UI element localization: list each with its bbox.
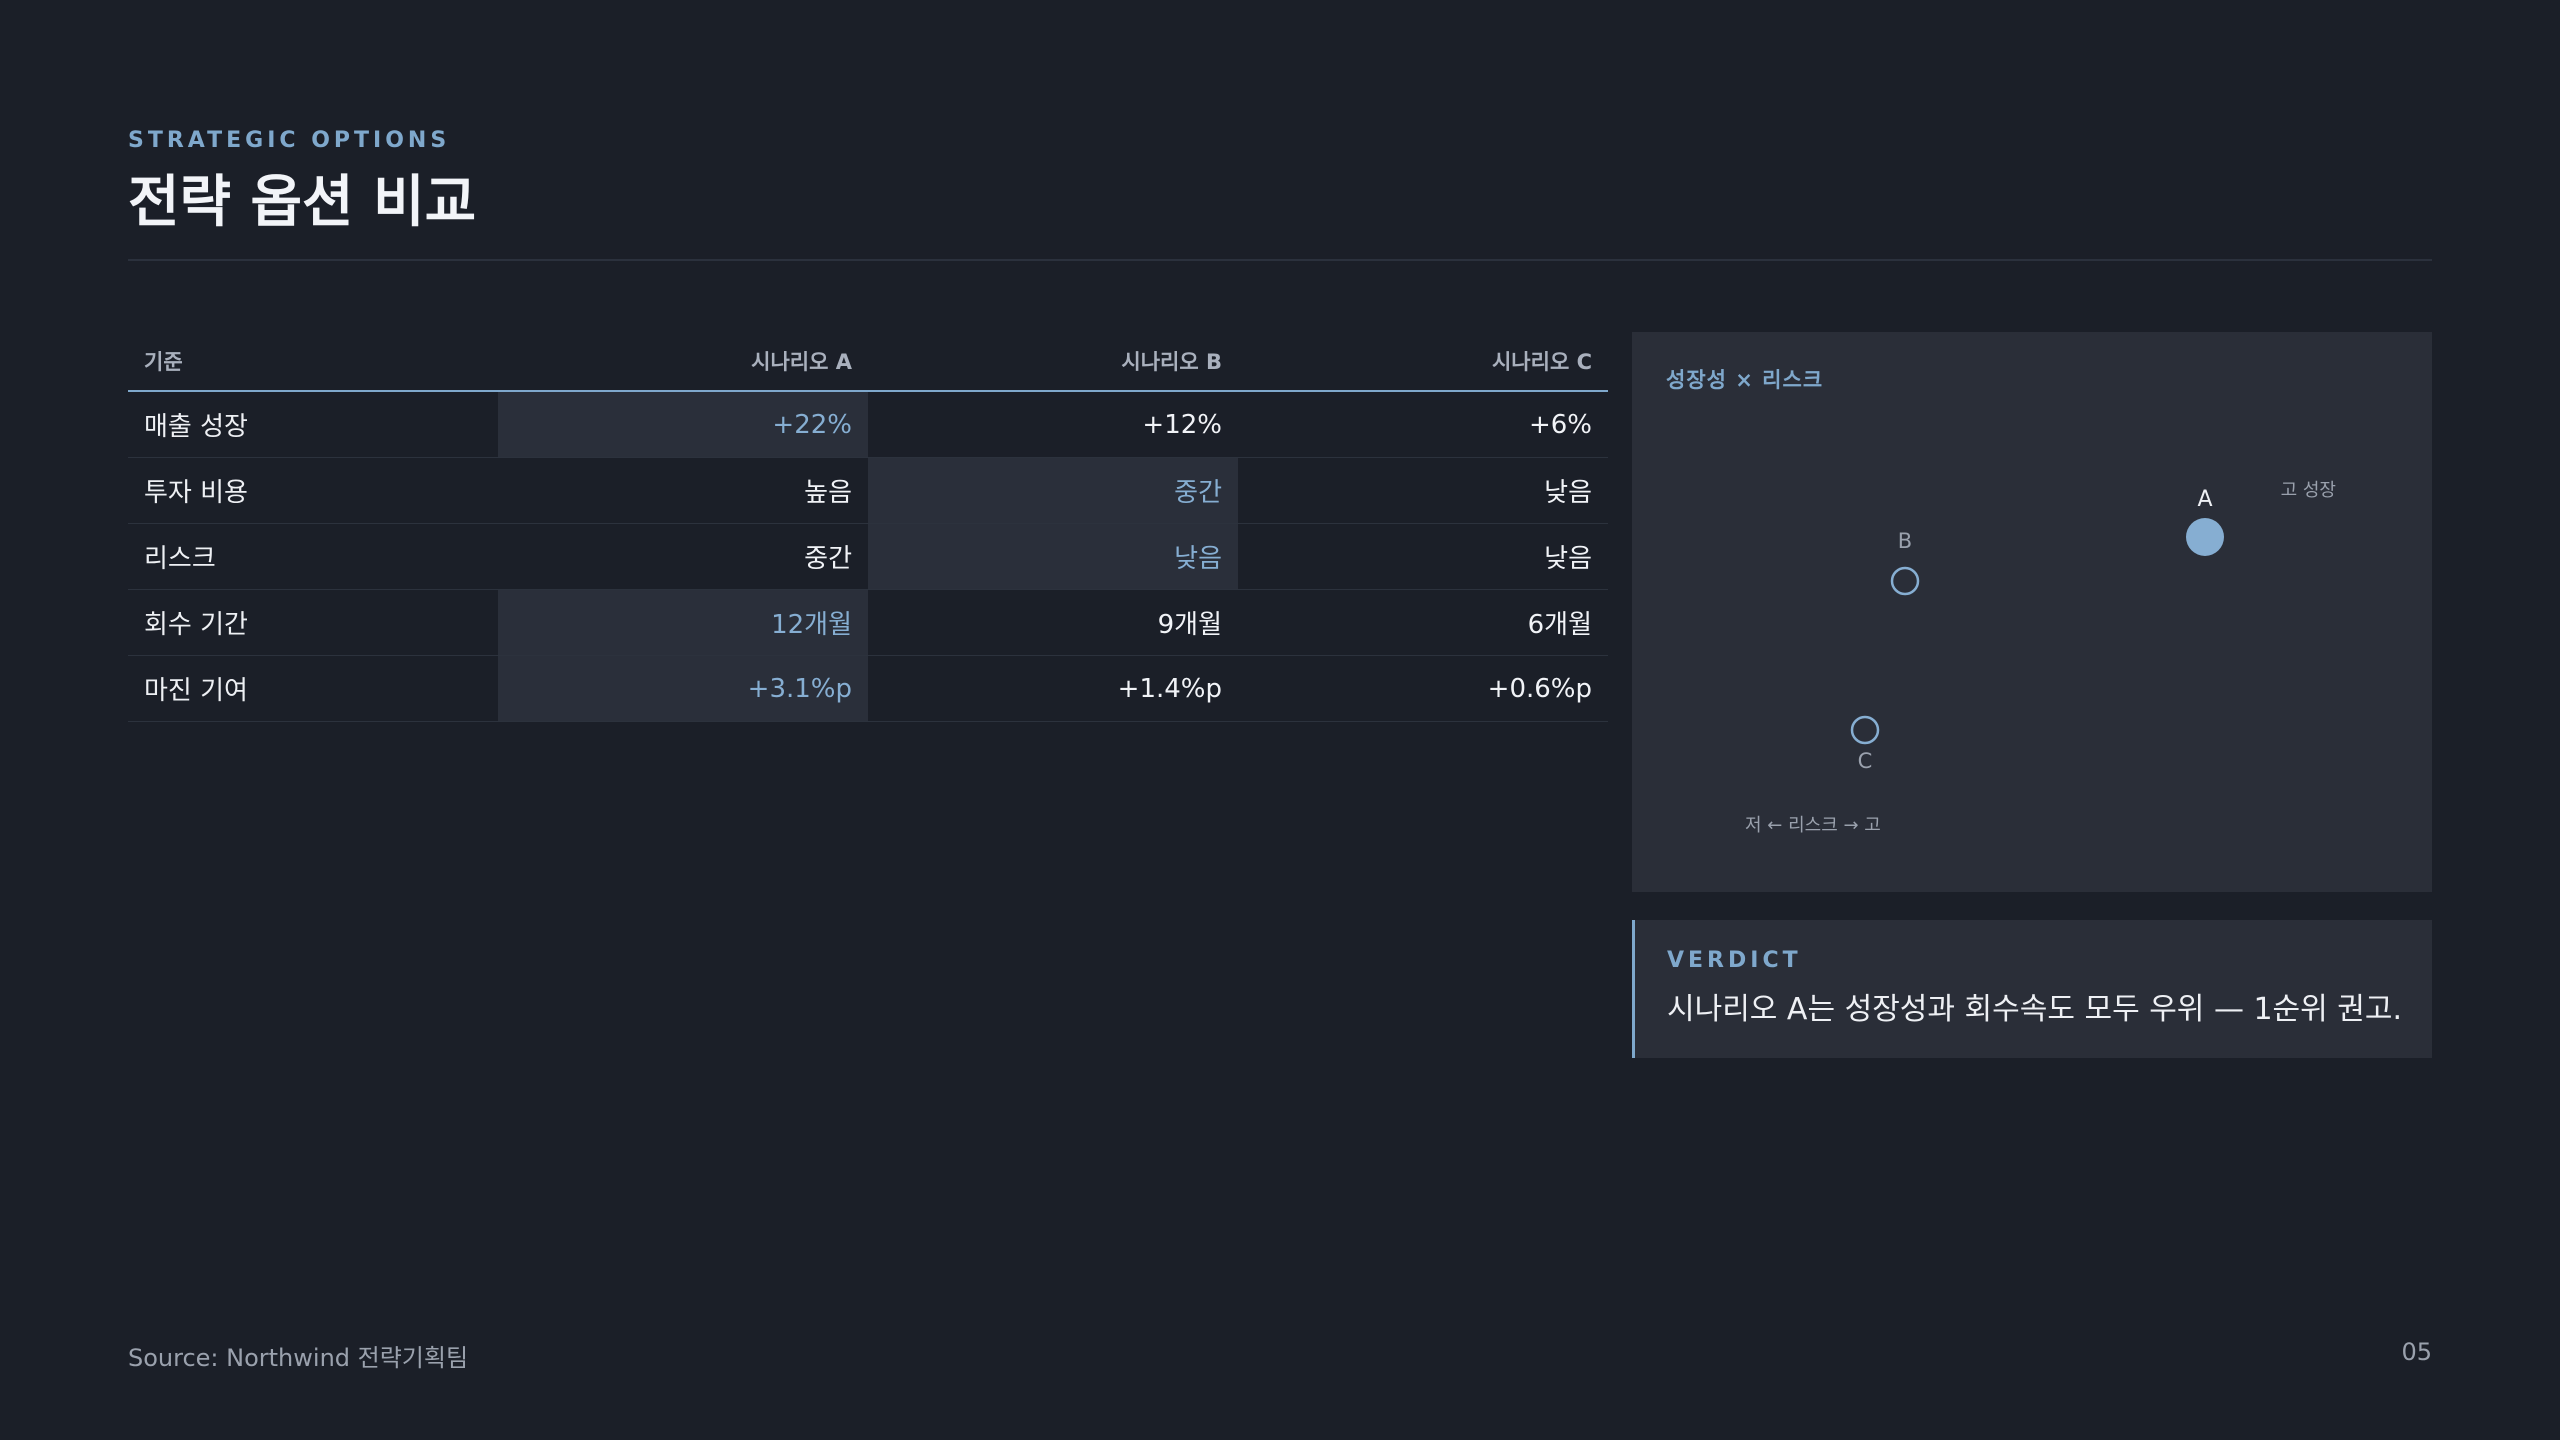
eyebrow-label: STRATEGIC OPTIONS <box>128 128 451 153</box>
row-label: 회수 기간 <box>144 610 248 640</box>
cell-scenario-b: +1.4%p <box>1117 673 1222 704</box>
cell-scenario-b: 9개월 <box>1157 610 1222 640</box>
table-row: 리스크 중간 낮음 낮음 <box>128 524 1608 590</box>
column-header-criteria: 기준 <box>144 350 183 374</box>
cell-scenario-a: 중간 <box>804 544 852 574</box>
column-header-scenario-a: 시나리오 A <box>751 350 852 374</box>
cell-scenario-b: +12% <box>1142 409 1222 440</box>
row-label: 매출 성장 <box>144 412 248 442</box>
table-row: 매출 성장 +22% +12% +6% <box>128 392 1608 458</box>
x-axis-label: 저 ← 리스크 → 고 <box>1745 815 1881 836</box>
cell-scenario-c: 낮음 <box>1544 544 1592 574</box>
row-label: 리스크 <box>144 544 216 574</box>
cell-scenario-c: +0.6%p <box>1487 673 1592 704</box>
point-label-b: B <box>1898 529 1912 553</box>
verdict-label: VERDICT <box>1667 948 1802 973</box>
scenario-c-point <box>1850 715 1880 745</box>
comparison-table: 기준 시나리오 A 시나리오 B 시나리오 C 매출 성장 +22% +12% … <box>128 332 1608 722</box>
table-row: 투자 비용 높음 중간 낮음 <box>128 458 1608 524</box>
column-header-scenario-b: 시나리오 B <box>1121 350 1222 374</box>
cell-scenario-c: 6개월 <box>1527 610 1592 640</box>
table-header-row: 기준 시나리오 A 시나리오 B 시나리오 C <box>128 332 1608 392</box>
source-note: Source: Northwind 전략기획팀 <box>128 1344 469 1372</box>
cell-scenario-a: +22% <box>498 392 868 457</box>
scenario-a-point <box>2186 518 2224 556</box>
point-label-c: C <box>1858 749 1873 773</box>
row-label: 투자 비용 <box>144 478 248 508</box>
cell-scenario-a: +3.1%p <box>498 656 868 721</box>
point-label-a: A <box>2197 487 2212 512</box>
cell-scenario-b: 낮음 <box>868 524 1238 589</box>
growth-risk-chart-panel: 성장성 × 리스크 A B C 고 성장 저 ← 리스크 → 고 <box>1632 332 2432 892</box>
cell-scenario-c: 낮음 <box>1544 478 1592 508</box>
cell-scenario-b: 중간 <box>868 458 1238 523</box>
cell-scenario-a: 12개월 <box>498 590 868 655</box>
title-divider <box>128 259 2432 261</box>
table-row: 회수 기간 12개월 9개월 6개월 <box>128 590 1608 656</box>
y-axis-label: 고 성장 <box>2281 480 2336 501</box>
cell-scenario-a: 높음 <box>804 478 852 508</box>
verdict-text: 시나리오 A는 성장성과 회수속도 모두 우위 — 1순위 권고. <box>1667 992 2403 1027</box>
column-header-scenario-c: 시나리오 C <box>1491 350 1592 374</box>
row-label: 마진 기여 <box>144 676 248 706</box>
growth-risk-chart: A B C 고 성장 저 ← 리스크 → 고 <box>1745 480 2336 836</box>
scenario-b-point <box>1890 566 1920 596</box>
cell-scenario-c: +6% <box>1528 409 1592 440</box>
verdict-box: VERDICT 시나리오 A는 성장성과 회수속도 모두 우위 — 1순위 권고… <box>1632 920 2432 1058</box>
page-number: 05 <box>2401 1338 2432 1366</box>
page-title: 전략 옵션 비교 <box>128 170 477 235</box>
table-row: 마진 기여 +3.1%p +1.4%p +0.6%p <box>128 656 1608 722</box>
